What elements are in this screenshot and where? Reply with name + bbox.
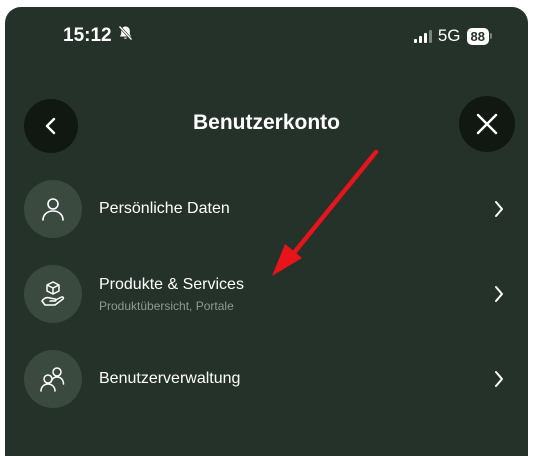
users-icon bbox=[40, 367, 65, 392]
menu-item-personal-data[interactable]: Persönliche Daten bbox=[5, 177, 528, 241]
person-icon bbox=[42, 198, 64, 221]
menu-item-label: Persönliche Daten bbox=[99, 200, 230, 217]
item-icon-circle bbox=[24, 180, 82, 238]
chevron-right-icon bbox=[490, 368, 508, 390]
item-text: Persönliche Daten bbox=[99, 199, 230, 219]
menu-item-user-management[interactable]: Benutzerverwaltung bbox=[5, 347, 528, 411]
menu-item-products-services[interactable]: Produkte & Services Produktübersicht, Po… bbox=[5, 262, 528, 326]
item-icon-circle bbox=[24, 265, 82, 323]
battery-icon: 88 bbox=[466, 27, 492, 45]
item-icon-circle bbox=[24, 350, 82, 408]
app-screen: 15:12 5G 88 Benutzerkonto Persönliche Da… bbox=[5, 7, 528, 456]
menu-item-label: Produkte & Services bbox=[99, 275, 244, 293]
chevron-right-icon bbox=[490, 283, 508, 305]
clock-text: 15:12 bbox=[63, 25, 112, 46]
hand-with-box-icon bbox=[41, 281, 65, 306]
close-button[interactable] bbox=[459, 96, 515, 152]
menu-item-sublabel: Produktübersicht, Portale bbox=[99, 298, 234, 313]
network-type: 5G bbox=[437, 26, 461, 45]
status-bar-time: 15:12 bbox=[63, 25, 133, 47]
chevron-right-icon bbox=[490, 198, 508, 220]
battery-level: 88 bbox=[466, 27, 489, 45]
page-title: Benutzerkonto bbox=[193, 111, 340, 134]
close-icon bbox=[476, 113, 498, 135]
status-bar-indicators: 5G 88 bbox=[413, 26, 492, 46]
item-text: Benutzerverwaltung bbox=[99, 369, 240, 389]
bell-muted-icon bbox=[118, 25, 133, 47]
item-text: Produkte & Services Produktübersicht, Po… bbox=[99, 275, 244, 314]
menu-item-label: Benutzerverwaltung bbox=[99, 370, 241, 387]
cellular-signal-icon bbox=[413, 29, 432, 43]
